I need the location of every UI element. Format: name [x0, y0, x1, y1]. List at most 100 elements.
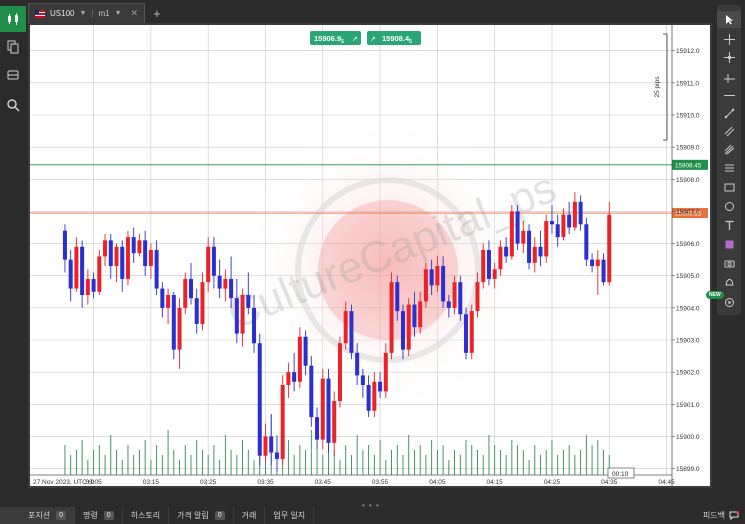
alert-tool[interactable] — [717, 274, 741, 291]
vertical-line-icon — [723, 74, 735, 83]
drawing-toolbar — [717, 5, 741, 315]
tab-timeframe[interactable]: m1 — [98, 9, 109, 18]
candle-body — [194, 298, 199, 324]
candle-body — [378, 381, 383, 392]
vertical-line-tool[interactable] — [717, 69, 741, 86]
rectangle-tool[interactable] — [717, 179, 741, 196]
candle-body — [343, 311, 348, 344]
candle-body — [532, 246, 537, 263]
copy-icon — [7, 40, 19, 54]
candle-body — [211, 246, 216, 276]
camera-icon — [724, 260, 734, 268]
pitchfork-tool[interactable] — [717, 141, 741, 158]
chart-view-button[interactable] — [0, 6, 26, 32]
candle-body — [257, 343, 262, 456]
replay-icon — [724, 298, 734, 307]
candle-body — [68, 259, 73, 289]
add-tab-button[interactable]: + — [153, 6, 161, 21]
time-tick-label: 03:05 — [85, 479, 102, 486]
tab-journal-label: 업무 일지 — [273, 511, 306, 520]
candle-body — [286, 372, 291, 385]
trend-line-tool[interactable] — [717, 105, 741, 122]
candle-body — [143, 240, 148, 267]
candle-body — [326, 378, 331, 443]
price-axis[interactable]: 15912.0 15911.0 15910.0 15909.0 15908.0 15907… — [671, 25, 700, 486]
text-icon — [725, 220, 733, 230]
tab-journal[interactable]: 업무 일지 — [265, 507, 315, 524]
candle-body — [400, 311, 405, 350]
buy-button[interactable]: ↗ 15908.45 — [367, 31, 421, 45]
flag-icon — [35, 9, 45, 18]
candle-body — [584, 224, 589, 260]
close-icon[interactable]: ✕ — [131, 8, 139, 19]
tab-deals[interactable]: 거래 — [234, 507, 266, 524]
candle-body — [464, 314, 469, 353]
tab-history[interactable]: 히스토리 — [123, 507, 170, 524]
candle-body — [171, 295, 176, 350]
price-tick-label: 15900.0 — [676, 434, 700, 441]
ellipse-tool[interactable] — [717, 198, 741, 215]
tab-price-alerts[interactable]: 가격 알림 0 — [169, 507, 234, 524]
candle-body — [601, 259, 606, 283]
candle-body — [372, 381, 377, 411]
buy-price-fraction: 5 — [409, 39, 412, 45]
candlestick-icon — [8, 13, 18, 25]
time-axis[interactable]: 27 Nov 2023, UTC+003:05 03:15 03:25 03:35 03… — [30, 474, 675, 486]
candle-body — [452, 282, 457, 308]
candle-body — [183, 278, 188, 308]
candle-body — [395, 282, 400, 312]
candle-body — [360, 375, 365, 385]
countdown-text: 00:10 — [612, 471, 629, 478]
tab-dropdown-icon[interactable]: ▼ — [79, 10, 86, 17]
candle-body — [435, 266, 440, 286]
market-button[interactable] — [0, 62, 26, 88]
candle-body — [349, 311, 354, 353]
analysis-button[interactable] — [0, 92, 26, 118]
candle-body — [355, 352, 360, 376]
fibonacci-tool[interactable] — [717, 160, 741, 177]
copy-button[interactable] — [0, 34, 26, 60]
candle-body — [62, 230, 67, 260]
pitchfork-icon — [724, 144, 734, 155]
candle-body — [280, 385, 285, 459]
color-tool[interactable] — [717, 236, 741, 253]
crosshair-tool[interactable] — [717, 31, 741, 48]
time-tick-label: 04:25 — [544, 479, 561, 486]
chart-area[interactable]: CultureCapital_ps 15908.45 15906.95 15912… — [28, 23, 712, 488]
tab-orders[interactable]: 명령 0 — [75, 507, 123, 524]
sell-price: 15906.9 — [314, 34, 341, 43]
tab-positions[interactable]: 포지션 0 — [0, 507, 75, 524]
horizontal-line-tool[interactable] — [717, 87, 741, 104]
text-tool[interactable] — [717, 217, 741, 234]
candle-body — [229, 278, 234, 299]
price-chart[interactable]: CultureCapital_ps 15908.4515906.95 15912… — [30, 25, 710, 486]
candle-body — [481, 250, 486, 283]
tab-us100[interactable]: US100 ▼ | m1 ▼ ✕ — [28, 3, 146, 23]
candle-body — [234, 298, 239, 334]
candle-body — [91, 278, 96, 292]
candle-body — [74, 246, 79, 289]
timeframe-dropdown-icon[interactable]: ▼ — [115, 10, 122, 17]
sell-button[interactable]: 15906.95 ↗ — [310, 31, 361, 45]
market-icon — [7, 70, 19, 80]
feedback-button[interactable]: 피드백 — [703, 507, 739, 524]
price-tick-label: 15912.0 — [676, 48, 700, 55]
screenshot-tool[interactable] — [717, 255, 741, 272]
candle-body — [446, 301, 451, 308]
pips-measure: 25 pips — [654, 33, 668, 141]
candle-body — [137, 240, 142, 254]
crosshair-alt-tool[interactable] — [717, 49, 741, 66]
candle-body — [131, 237, 136, 254]
cursor-tool[interactable] — [717, 11, 741, 28]
channel-tool[interactable] — [717, 123, 741, 140]
candle-body — [406, 304, 411, 350]
tab-symbol: US100 — [50, 9, 75, 18]
price-tick-label: 15909.0 — [676, 145, 700, 152]
candle-body — [303, 336, 308, 366]
left-sidebar — [0, 0, 26, 508]
candle-body — [412, 304, 417, 328]
candle-body — [120, 246, 125, 279]
rectangle-icon — [724, 183, 734, 192]
candle-body — [555, 224, 560, 238]
horizontal-line-icon — [723, 95, 735, 96]
